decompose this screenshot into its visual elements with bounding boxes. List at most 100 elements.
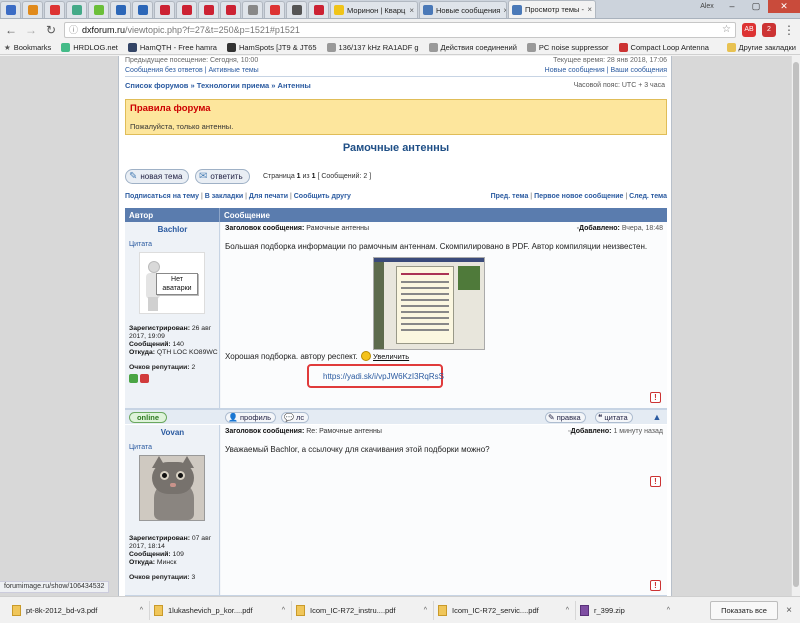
other-bookmarks[interactable]: Другие закладки [726, 42, 796, 52]
author-quote-link[interactable]: Цитата [129, 241, 152, 248]
close-window-icon[interactable]: ✕ [768, 0, 800, 13]
print-link[interactable]: Для печати [249, 193, 288, 200]
author-name[interactable]: Vovan [125, 428, 220, 437]
bookmark-item[interactable]: HamQTH - Free hamra [127, 42, 217, 52]
bookmark-item[interactable]: ★ Bookmarks [4, 43, 51, 52]
report-icon[interactable]: ! [650, 476, 661, 487]
user-badge[interactable]: Alex [694, 0, 720, 13]
subscribe-link[interactable]: Подписаться на тему [125, 193, 199, 200]
maximize-icon[interactable]: ▢ [744, 0, 768, 13]
pinned-tab-15[interactable] [308, 1, 329, 18]
extension-icon[interactable]: 2 [762, 22, 776, 37]
pm-button[interactable]: 💬 лс [281, 412, 310, 423]
download-link[interactable]: https://yadi.sk/i/vpJW6KzI3RqRsS [307, 364, 444, 388]
chevron-up-icon[interactable]: ^ [282, 607, 285, 614]
pinned-tab-4[interactable] [66, 1, 87, 18]
scrollbar-thumb[interactable] [793, 62, 799, 587]
menu-icon[interactable]: ⋮ [782, 23, 796, 37]
star-icon[interactable]: ☆ [722, 24, 731, 35]
download-link-text[interactable]: https://yadi.sk/i/vpJW6KzI3RqRsS [323, 372, 444, 381]
bookmark-item[interactable]: Compact Loop Antenna [618, 42, 709, 52]
next-topic-link[interactable]: След. тема [629, 193, 667, 200]
separator: » [269, 81, 278, 90]
pinned-tab-5[interactable] [88, 1, 109, 18]
reply-button[interactable]: ✉ ответить [195, 169, 250, 184]
author-quote-link[interactable]: Цитата [129, 444, 152, 451]
pinned-tab-14[interactable] [286, 1, 307, 18]
close-icon[interactable]: × [409, 6, 414, 15]
download-item[interactable]: 1lukashevich_p_kor....pdf ^ [150, 600, 292, 620]
tab-morion[interactable]: Моринон | Кварц × [330, 1, 418, 18]
your-posts-link[interactable]: Ваши сообщения [610, 67, 667, 74]
attached-image-thumbnail[interactable] [373, 257, 485, 350]
active-topics-link[interactable]: Активные темы [208, 67, 258, 74]
new-topic-button[interactable]: ✎ новая тема [125, 169, 190, 184]
enlarge-link[interactable]: Увеличить [361, 351, 409, 361]
close-icon[interactable]: × [503, 6, 506, 15]
pinned-tab-7[interactable] [132, 1, 153, 18]
bookmark-item[interactable]: HamSpots [JT9 & JT65 [226, 42, 317, 52]
pinned-tab-1[interactable] [0, 1, 21, 18]
topic-title[interactable]: Рамочные антенны [119, 142, 673, 154]
site-icon [334, 5, 344, 15]
chevron-up-icon[interactable]: ^ [424, 607, 427, 614]
report-icon[interactable]: ! [650, 580, 661, 591]
quote-button[interactable]: ❝ цитата [595, 412, 633, 423]
download-filename: 1lukashevich_p_kor....pdf [168, 605, 253, 615]
page-scrollbar[interactable] [791, 56, 800, 596]
reload-icon[interactable]: ↻ [44, 23, 58, 37]
pinned-tab-8[interactable] [154, 1, 175, 18]
pinned-tab-9[interactable] [176, 1, 197, 18]
pinned-tab-3[interactable] [44, 1, 65, 18]
breadcrumb-antennas[interactable]: Антенны [278, 81, 311, 90]
close-icon[interactable]: × [587, 5, 592, 14]
extension-icon[interactable]: AB [742, 22, 756, 37]
minimize-icon[interactable]: – [720, 0, 744, 13]
pinned-tab-13[interactable] [264, 1, 285, 18]
tell-friend-link[interactable]: Сообщить другу [294, 193, 351, 200]
back-icon[interactable]: ← [4, 23, 18, 37]
download-item[interactable]: pt-8k-2012_bd-v3.pdf ^ [8, 600, 150, 620]
pinned-tab-12[interactable] [242, 1, 263, 18]
bookmark-link[interactable]: В закладки [205, 193, 243, 200]
show-all-downloads-button[interactable]: Показать все [710, 600, 778, 620]
rep-minus-icon[interactable] [140, 374, 149, 383]
tab-new-posts[interactable]: Новые сообщения× [419, 1, 507, 18]
edit-button[interactable]: ✎ правка [545, 412, 586, 423]
bookmark-item[interactable]: PC noise suppressor [526, 42, 609, 52]
chevron-up-icon[interactable]: ^ [566, 607, 569, 614]
scroll-top-icon[interactable]: ▲ [651, 412, 663, 423]
bookmark-label: Bookmarks [13, 42, 52, 52]
chevron-up-icon[interactable]: ^ [667, 607, 670, 614]
bookmark-item[interactable]: Действия соединений [428, 42, 517, 52]
bookmark-item[interactable]: HRDLOG.net [61, 42, 118, 52]
forward-icon[interactable]: → [24, 23, 38, 37]
pinned-tab-2[interactable] [22, 1, 43, 18]
pinned-tab-11[interactable] [220, 1, 241, 18]
download-item[interactable]: Icom_IC-R72_servic....pdf ^ [434, 600, 576, 620]
tab-view-topic[interactable]: Просмотр темы - × [508, 0, 596, 18]
no-reply-link[interactable]: Сообщения без ответов [125, 67, 203, 74]
author-name[interactable]: Bachlor [125, 225, 220, 234]
page-info-icon[interactable]: ⓘ [69, 23, 78, 36]
rep-plus-icon[interactable] [129, 374, 138, 383]
tab-title: Новые сообщения [436, 5, 501, 15]
url-host: dxforum.ru [82, 24, 126, 35]
download-item[interactable]: r_399.zip ^ [576, 601, 676, 620]
close-icon[interactable]: × [778, 605, 800, 616]
report-icon[interactable]: ! [650, 392, 661, 403]
chevron-up-icon[interactable]: ^ [140, 607, 143, 614]
breadcrumb-reception[interactable]: Технологии приема [197, 81, 269, 90]
pagination-info: Страница 1 из 1 [ Сообщений: 2 ] [263, 173, 371, 180]
pinned-tab-10[interactable] [198, 1, 219, 18]
new-posts-link[interactable]: Новые сообщения [545, 67, 605, 74]
breadcrumb-forums[interactable]: Список форумов [125, 81, 188, 90]
first-new-link[interactable]: Первое новое сообщение [534, 193, 623, 200]
site-icon [618, 42, 628, 52]
prev-topic-link[interactable]: Пред. тема [491, 193, 529, 200]
pinned-tab-6[interactable] [110, 1, 131, 18]
profile-button[interactable]: 👤 профиль [225, 412, 277, 423]
bookmark-item[interactable]: 136/137 kHz RA1ADF g [326, 42, 419, 52]
download-item[interactable]: Icom_IC-R72_instru....pdf ^ [292, 600, 434, 620]
address-bar[interactable]: ⓘ dxforum.ru/viewtopic.php?f=27&t=250&p=… [64, 21, 736, 38]
